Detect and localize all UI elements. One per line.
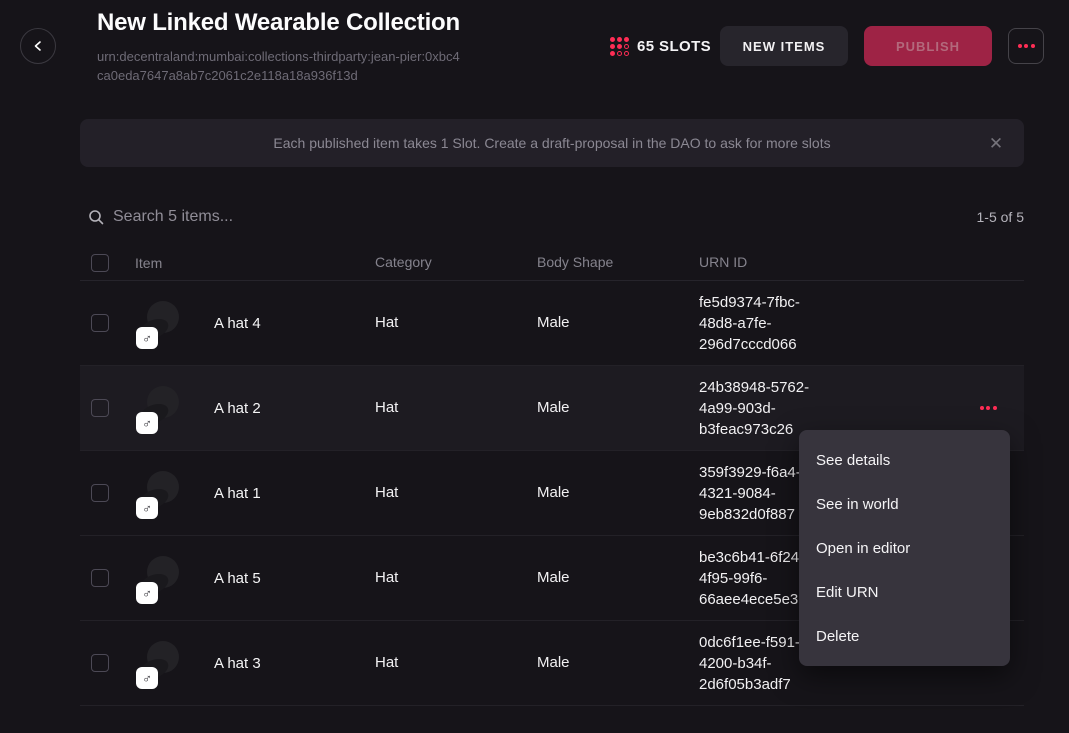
item-category: Hat xyxy=(375,399,398,416)
item-name: A hat 5 xyxy=(214,570,261,587)
item-category: Hat xyxy=(375,484,398,501)
item-name: A hat 2 xyxy=(214,400,261,417)
page-title: New Linked Wearable Collection xyxy=(97,9,460,37)
item-urn-id: be3c6b41-6f24- 4f95-99f6- 66aee4ece5e3 xyxy=(699,549,804,608)
header-actions: 65 SLOTS NEW ITEMS PUBLISH xyxy=(610,26,1044,66)
item-urn-id: 24b38948-5762- 4a99-903d- b3feac973c26 xyxy=(699,379,809,438)
male-body-shape-badge: ♂ xyxy=(136,667,158,689)
row-more-button[interactable] xyxy=(974,400,1003,416)
row-checkbox[interactable] xyxy=(91,399,109,417)
item-category: Hat xyxy=(375,314,398,331)
ellipsis-icon xyxy=(980,406,984,410)
item-thumbnail: ♂ xyxy=(124,460,190,526)
item-category: Hat xyxy=(375,569,398,586)
male-body-shape-badge: ♂ xyxy=(136,327,158,349)
male-icon: ♂ xyxy=(142,501,152,516)
banner-close-button[interactable]: ✕ xyxy=(984,131,1008,155)
item-thumbnail: ♂ xyxy=(124,290,190,356)
slots-indicator: 65 SLOTS xyxy=(610,37,711,56)
menu-item-see-details[interactable]: See details xyxy=(799,438,1010,482)
column-urn-id: URN ID xyxy=(699,254,747,270)
item-urn-id: 0dc6f1ee-f591- 4200-b34f- 2d6f05b3adf7 xyxy=(699,634,800,693)
ellipsis-icon xyxy=(1018,44,1022,48)
slots-info-banner: Each published item takes 1 Slot. Create… xyxy=(80,119,1024,167)
column-item: Item xyxy=(135,255,162,271)
item-category: Hat xyxy=(375,654,398,671)
male-body-shape-badge: ♂ xyxy=(136,582,158,604)
item-body-shape: Male xyxy=(537,484,570,501)
item-thumbnail: ♂ xyxy=(124,545,190,611)
menu-item-see-in-world[interactable]: See in world xyxy=(799,482,1010,526)
row-checkbox[interactable] xyxy=(91,314,109,332)
chevron-left-icon xyxy=(32,40,44,52)
collection-more-button[interactable] xyxy=(1008,28,1044,64)
collection-urn: urn:decentraland:mumbai:collections-thir… xyxy=(97,47,465,85)
search-bar: 1-5 of 5 xyxy=(80,202,1024,232)
male-icon: ♂ xyxy=(142,416,152,431)
row-checkbox[interactable] xyxy=(91,484,109,502)
close-icon: ✕ xyxy=(989,134,1003,153)
menu-item-open-in-editor[interactable]: Open in editor xyxy=(799,526,1010,570)
row-context-menu: See details See in world Open in editor … xyxy=(799,430,1010,666)
male-icon: ♂ xyxy=(142,331,152,346)
menu-item-edit-urn[interactable]: Edit URN xyxy=(799,570,1010,614)
search-icon xyxy=(88,209,104,225)
item-body-shape: Male xyxy=(537,654,570,671)
male-body-shape-badge: ♂ xyxy=(136,412,158,434)
search-input[interactable] xyxy=(113,208,977,226)
row-checkbox[interactable] xyxy=(91,654,109,672)
publish-button[interactable]: PUBLISH xyxy=(864,26,992,66)
table-header-row: Item Category Body Shape URN ID xyxy=(80,245,1024,281)
slots-grid-icon xyxy=(610,37,629,56)
item-name: A hat 1 xyxy=(214,485,261,502)
male-icon: ♂ xyxy=(142,671,152,686)
back-button[interactable] xyxy=(20,28,56,64)
male-body-shape-badge: ♂ xyxy=(136,497,158,519)
item-urn-id: fe5d9374-7fbc- 48d8-a7fe- 296d7cccd066 xyxy=(699,294,800,353)
item-body-shape: Male xyxy=(537,399,570,416)
item-thumbnail: ♂ xyxy=(124,630,190,696)
column-body-shape: Body Shape xyxy=(537,254,613,270)
male-icon: ♂ xyxy=(142,586,152,601)
item-body-shape: Male xyxy=(537,569,570,586)
select-all-checkbox[interactable] xyxy=(91,254,109,272)
new-items-button[interactable]: NEW ITEMS xyxy=(720,26,848,66)
menu-item-delete[interactable]: Delete xyxy=(799,614,1010,658)
pagination-range: 1-5 of 5 xyxy=(977,209,1024,225)
table-row[interactable]: ♂ A hat 4 Hat Male fe5d9374-7fbc- 48d8-a… xyxy=(80,281,1024,366)
slots-count-label: 65 SLOTS xyxy=(637,38,711,55)
item-thumbnail: ♂ xyxy=(124,375,190,441)
item-name: A hat 3 xyxy=(214,655,261,672)
banner-message: Each published item takes 1 Slot. Create… xyxy=(273,135,830,151)
item-urn-id: 359f3929-f6a4- 4321-9084- 9eb832d0f887 xyxy=(699,464,801,523)
item-body-shape: Male xyxy=(537,314,570,331)
row-checkbox[interactable] xyxy=(91,569,109,587)
column-category: Category xyxy=(375,254,432,270)
item-name: A hat 4 xyxy=(214,315,261,332)
